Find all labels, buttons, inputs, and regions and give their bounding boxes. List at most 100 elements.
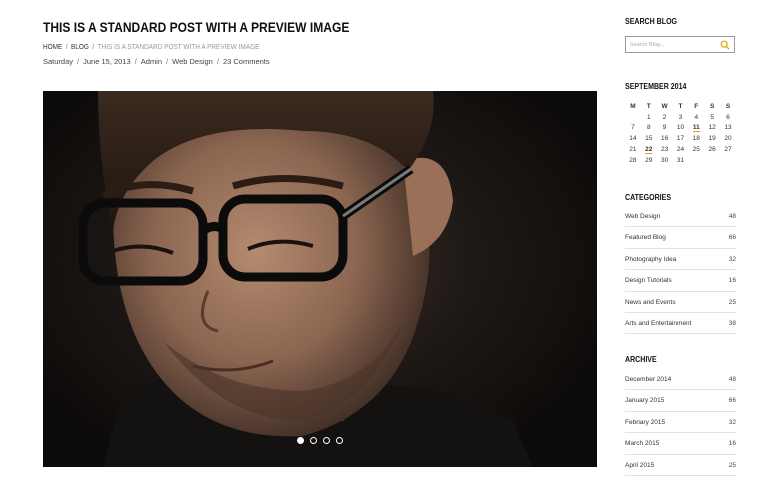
- calendar-day[interactable]: 31: [673, 155, 689, 166]
- breadcrumb-current: THIS IS A STANDARD POST WITH A PREVIEW I…: [97, 42, 260, 51]
- calendar-day[interactable]: 21: [625, 144, 641, 155]
- search-box: [625, 36, 735, 53]
- calendar-weekday: M: [630, 102, 636, 110]
- breadcrumb-blog[interactable]: BLOG: [71, 42, 89, 51]
- archive-count: 48: [728, 376, 736, 383]
- archive-list: December 2014 48 January 2015 66 Febriary 20…: [625, 369, 736, 476]
- calendar-week: 7 8 9 10 11 12 13: [625, 123, 736, 134]
- archive-item[interactable]: January 2015 66: [625, 390, 736, 412]
- calendar-day[interactable]: 7: [625, 123, 641, 134]
- archive-count: 25: [728, 461, 736, 469]
- calendar-day[interactable]: 30: [657, 155, 673, 166]
- slider-dot-3[interactable]: [323, 437, 330, 444]
- archive-name: April 2015: [625, 461, 655, 469]
- archive-widget-title: ARCHIVE: [625, 355, 657, 364]
- calendar-day[interactable]: 29: [641, 155, 657, 166]
- archive-name: December 2014: [625, 376, 672, 383]
- category-item[interactable]: Photography Idea 32: [625, 249, 736, 271]
- calendar-empty: [704, 155, 720, 166]
- calendar-day[interactable]: 2: [657, 112, 673, 123]
- calendar-day[interactable]: 13: [720, 123, 736, 134]
- calendar-weekdays: MTWTFSS: [625, 101, 736, 112]
- calendar-day[interactable]: 12: [704, 123, 720, 134]
- archive-item[interactable]: March 2015 16: [625, 433, 736, 455]
- archive-item[interactable]: April 2015 25: [625, 455, 736, 476]
- calendar-day[interactable]: 10: [673, 123, 689, 134]
- category-item[interactable]: Featured Blog 66: [625, 227, 736, 249]
- slider-dots: [43, 437, 597, 444]
- meta-author[interactable]: Admin: [141, 57, 162, 66]
- meta-separator: /: [166, 57, 169, 66]
- meta-separator: /: [216, 57, 219, 66]
- calendar-day[interactable]: 17: [673, 133, 689, 144]
- calendar-day[interactable]: 20: [720, 133, 736, 144]
- archive-name: January 2015: [625, 397, 665, 405]
- calendar-day[interactable]: 25: [688, 144, 704, 155]
- breadcrumb-separator: /: [92, 42, 95, 51]
- category-item[interactable]: Web Design 48: [625, 206, 736, 228]
- search-input[interactable]: [630, 39, 718, 50]
- slider-dot-1[interactable]: [297, 437, 304, 444]
- calendar-day[interactable]: 6: [720, 112, 736, 123]
- calendar-day[interactable]: 28: [625, 155, 641, 166]
- calendar-day[interactable]: 1: [641, 112, 657, 123]
- calendar-day[interactable]: 11: [688, 123, 704, 134]
- archive-count: 66: [728, 397, 736, 405]
- calendar-empty: [720, 155, 736, 166]
- archive-item[interactable]: December 2014 48: [625, 369, 736, 391]
- calendar-day[interactable]: 5: [704, 112, 720, 123]
- category-count: 48: [728, 213, 736, 220]
- search-widget-title: SEARCH BLOG: [625, 17, 678, 26]
- calendar-day[interactable]: 9: [657, 123, 673, 134]
- calendar-day[interactable]: 15: [641, 133, 657, 144]
- calendar-day-label: 22: [645, 146, 653, 155]
- calendar-widget-title: SEPTEMBER 2014: [625, 82, 687, 91]
- post-title: THIS IS A STANDARD POST WITH A PREVIEW I…: [43, 19, 350, 35]
- calendar-day[interactable]: 4: [688, 112, 704, 123]
- category-item[interactable]: News and Events 25: [625, 292, 736, 313]
- calendar-day[interactable]: 22: [641, 144, 657, 155]
- calendar: MTWTFSS 1 2 3 4 5 6 7 8 9 10 11 12 13 14 15 16 17 18 19 20 2…: [625, 101, 736, 166]
- post-preview-image: [43, 91, 597, 467]
- category-count: 25: [728, 298, 736, 306]
- slider-dot-2[interactable]: [310, 437, 317, 444]
- calendar-day[interactable]: 3: [673, 112, 689, 123]
- portrait-illustration: [78, 91, 533, 467]
- archive-item[interactable]: Febriary 2015 32: [625, 412, 736, 434]
- calendar-day[interactable]: 27: [720, 144, 736, 155]
- calendar-day[interactable]: 26: [704, 144, 720, 155]
- category-name: Photography Idea: [625, 255, 677, 263]
- category-name: Design Tutorials: [625, 277, 672, 285]
- calendar-week: 123456: [625, 112, 736, 123]
- breadcrumb: HOME / BLOG / THIS IS A STANDARD POST WITH A…: [43, 42, 259, 51]
- categories-widget-title: CATEGORIES: [625, 193, 672, 202]
- calendar-weekday: T: [678, 102, 683, 110]
- calendar-days: 1 2 3 4 5 6 7 8 9 10 11 12 13 14 15 16 17 18 19 20 21 22 23 24 2…: [625, 112, 736, 166]
- meta-category[interactable]: Web Design: [172, 57, 213, 66]
- calendar-day[interactable]: 18: [688, 133, 704, 144]
- meta-separator: /: [134, 57, 137, 66]
- calendar-day[interactable]: 23: [657, 144, 673, 155]
- calendar-day[interactable]: 16: [657, 133, 673, 144]
- archive-count: 32: [728, 418, 736, 426]
- calendar-day[interactable]: 14: [625, 133, 641, 144]
- slider-dot-4[interactable]: [336, 437, 343, 444]
- categories-list: Web Design 48 Featured Blog 66 Photography I…: [625, 206, 736, 335]
- calendar-weekday: T: [646, 102, 651, 110]
- calendar-week: 21 22 23 24 25 26 27: [625, 144, 736, 155]
- category-item[interactable]: Design Tutorials 16: [625, 270, 736, 292]
- archive-name: Febriary 2015: [625, 418, 666, 426]
- calendar-day-label: 11: [692, 124, 700, 133]
- calendar-day[interactable]: 19: [704, 133, 720, 144]
- meta-comments[interactable]: 23 Comments: [223, 57, 270, 66]
- category-item[interactable]: Arts and Entertainment 38: [625, 313, 736, 335]
- category-name: News and Events: [625, 298, 676, 306]
- calendar-day[interactable]: 8: [641, 123, 657, 134]
- search-icon[interactable]: [720, 40, 730, 50]
- category-count: 38: [728, 319, 736, 327]
- calendar-day[interactable]: 24: [673, 144, 689, 155]
- post-meta: Saturday / June 15, 2013/Admin / Web Design /…: [43, 57, 270, 66]
- breadcrumb-home[interactable]: HOME: [43, 42, 62, 51]
- category-name: Web Design: [625, 213, 661, 220]
- archive-count: 16: [728, 440, 736, 448]
